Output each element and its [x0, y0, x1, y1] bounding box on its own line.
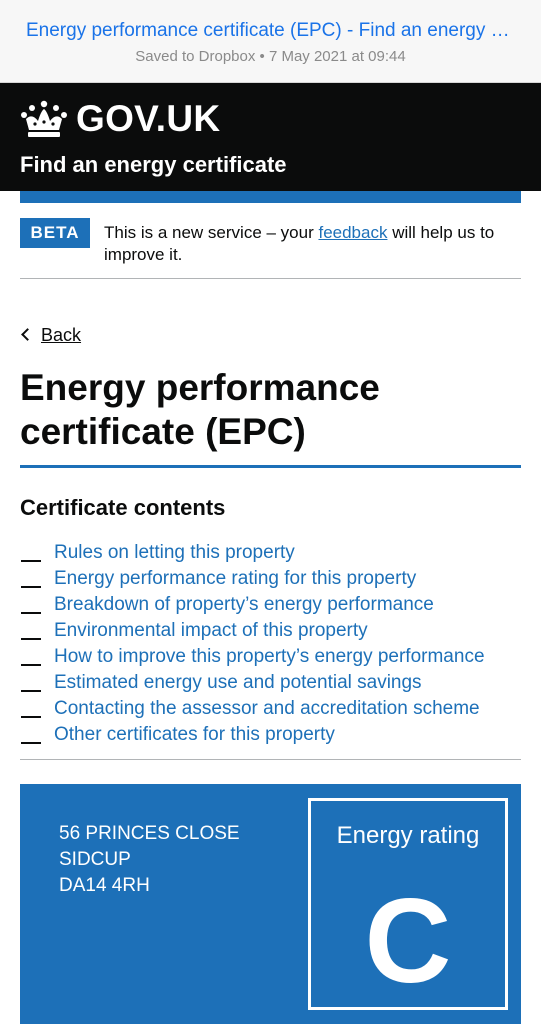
contents-divider: [20, 759, 521, 760]
dash-icon: [21, 612, 41, 614]
dash-icon: [21, 742, 41, 744]
epc-summary-panel: 56 PRINCES CLOSE SIDCUP DA14 4RH Energy …: [20, 784, 521, 1024]
service-name[interactable]: Find an energy certificate: [20, 151, 287, 179]
contents-item: Breakdown of property’s energy performan…: [20, 592, 521, 618]
contents-heading: Certificate contents: [20, 495, 226, 520]
contents-list: Rules on letting this property Energy pe…: [20, 540, 521, 748]
dash-icon: [21, 638, 41, 640]
contents-item: How to improve this property’s energy pe…: [20, 644, 521, 670]
energy-rating-label: Energy rating: [336, 822, 480, 849]
contents-item: Energy performance rating for this prope…: [20, 566, 521, 592]
dash-icon: [21, 664, 41, 666]
phase-banner: BETA This is a new service – your feedba…: [20, 217, 521, 279]
dropbox-saved-info: Saved to Dropbox • 7 May 2021 at 09:44: [135, 48, 406, 65]
energy-rating-box: Energy rating C: [308, 798, 508, 1010]
feedback-link[interactable]: feedback: [318, 223, 387, 242]
contents-item: Other certificates for this property: [20, 722, 521, 748]
contents-link-breakdown[interactable]: Breakdown of property’s energy performan…: [54, 594, 434, 615]
phase-banner-text: This is a new service – your feedback wi…: [104, 222, 514, 266]
contents-item: Estimated energy use and potential savin…: [20, 670, 521, 696]
address-line-1: 56 PRINCES CLOSE: [59, 823, 240, 844]
crown-icon[interactable]: [20, 99, 68, 139]
phase-text-start: This is a new service – your: [104, 223, 319, 242]
back-link-label: Back: [41, 325, 82, 345]
page-title: Energy performance certificate (EPC): [20, 367, 380, 452]
dash-icon: [21, 716, 41, 718]
contents-link-energy-use[interactable]: Estimated energy use and potential savin…: [54, 672, 422, 693]
address-line-2: SIDCUP: [59, 849, 131, 870]
back-link[interactable]: Back: [20, 323, 81, 347]
chevron-left-icon: [21, 328, 34, 341]
title-divider: [20, 465, 521, 468]
contents-item: Contacting the assessor and accreditatio…: [20, 696, 521, 722]
govuk-header: GOV.UK Find an energy certificate: [0, 83, 541, 191]
dash-icon: [21, 690, 41, 692]
contents-link-energy-rating[interactable]: Energy performance rating for this prope…: [54, 568, 416, 589]
energy-rating-letter: C: [364, 874, 452, 1008]
contents-item: Environmental impact of this property: [20, 618, 521, 644]
address-line-3: DA14 4RH: [59, 875, 150, 896]
contents-link-assessor[interactable]: Contacting the assessor and accreditatio…: [54, 698, 480, 719]
beta-tag: BETA: [20, 218, 90, 248]
govuk-logo-text[interactable]: GOV.UK: [76, 97, 220, 141]
dropbox-page-title-link[interactable]: Energy performance certificate (EPC) - F…: [0, 19, 541, 43]
contents-link-letting-rules[interactable]: Rules on letting this property: [54, 542, 295, 563]
header-blue-bar: [20, 191, 521, 203]
contents-link-how-to-improve[interactable]: How to improve this property’s energy pe…: [54, 646, 485, 667]
dash-icon: [21, 586, 41, 588]
dash-icon: [21, 560, 41, 562]
contents-link-other-certificates[interactable]: Other certificates for this property: [54, 724, 335, 745]
contents-link-environmental-impact[interactable]: Environmental impact of this property: [54, 620, 368, 641]
contents-item: Rules on letting this property: [20, 540, 521, 566]
dropbox-saved-bar: Energy performance certificate (EPC) - F…: [0, 0, 541, 83]
